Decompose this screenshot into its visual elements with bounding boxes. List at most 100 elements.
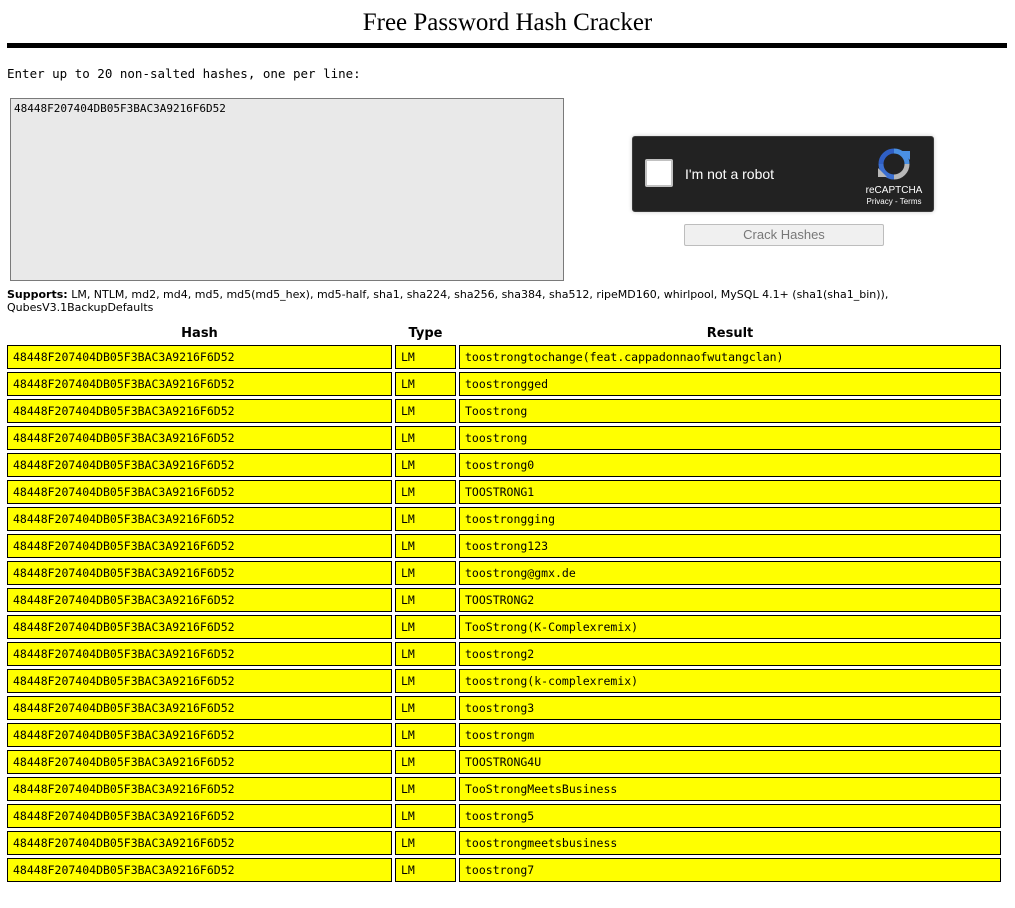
table-row: 48448F207404DB05F3BAC3A9216F6D52 LM toostr… [7, 534, 1001, 558]
table-row: 48448F207404DB05F3BAC3A9216F6D52 LM TooStr… [7, 615, 1001, 639]
results-table: Hash Type Result 48448F207404DB05F3BAC3A… [4, 323, 1004, 885]
hash-cell: 48448F207404DB05F3BAC3A9216F6D52 [7, 615, 392, 639]
result-cell: toostrong123 [459, 534, 1001, 558]
result-cell: Toostrong [459, 399, 1001, 423]
hash-cell: 48448F207404DB05F3BAC3A9216F6D52 [7, 345, 392, 369]
table-row: 48448F207404DB05F3BAC3A9216F6D52 LM toostr… [7, 804, 1001, 828]
table-row: 48448F207404DB05F3BAC3A9216F6D52 LM TOOSTR… [7, 480, 1001, 504]
hash-input[interactable]: 48448F207404DB05F3BAC3A9216F6D52 [10, 98, 564, 281]
hash-cell: 48448F207404DB05F3BAC3A9216F6D52 [7, 642, 392, 666]
type-cell: LM [395, 426, 456, 450]
recaptcha-privacy-link[interactable]: Privacy [867, 197, 893, 206]
recaptcha-label: I'm not a robot [685, 166, 775, 182]
hash-cell: 48448F207404DB05F3BAC3A9216F6D52 [7, 507, 392, 531]
hash-cell: 48448F207404DB05F3BAC3A9216F6D52 [7, 426, 392, 450]
table-row: 48448F207404DB05F3BAC3A9216F6D52 LM toostr… [7, 669, 1001, 693]
table-row: 48448F207404DB05F3BAC3A9216F6D52 LM toostr… [7, 372, 1001, 396]
type-cell: LM [395, 723, 456, 747]
table-row: 48448F207404DB05F3BAC3A9216F6D52 LM toostr… [7, 561, 1001, 585]
type-cell: LM [395, 750, 456, 774]
hash-cell: 48448F207404DB05F3BAC3A9216F6D52 [7, 372, 392, 396]
recaptcha-links: Privacy - Terms [859, 197, 929, 206]
supports-list: LM, NTLM, md2, md4, md5, md5(md5_hex), m… [7, 288, 889, 314]
hash-cell: 48448F207404DB05F3BAC3A9216F6D52 [7, 453, 392, 477]
recaptcha-terms-link[interactable]: Terms [900, 197, 922, 206]
recaptcha-link-separator: - [892, 197, 900, 206]
hash-cell: 48448F207404DB05F3BAC3A9216F6D52 [7, 480, 392, 504]
table-row: 48448F207404DB05F3BAC3A9216F6D52 LM TooStr… [7, 777, 1001, 801]
type-cell: LM [395, 453, 456, 477]
table-row: 48448F207404DB05F3BAC3A9216F6D52 LM toostr… [7, 642, 1001, 666]
table-row: 48448F207404DB05F3BAC3A9216F6D52 LM Toostr… [7, 399, 1001, 423]
result-cell: toostrong3 [459, 696, 1001, 720]
result-cell: toostrongmeetsbusiness [459, 831, 1001, 855]
hash-cell: 48448F207404DB05F3BAC3A9216F6D52 [7, 777, 392, 801]
table-row: 48448F207404DB05F3BAC3A9216F6D52 LM toostr… [7, 345, 1001, 369]
recaptcha-brand: reCAPTCHA [865, 185, 923, 196]
recaptcha-checkbox[interactable] [645, 159, 673, 187]
recaptcha-widget: I'm not a robot reCAPTCHA Privacy - Term… [632, 136, 934, 212]
type-cell: LM [395, 507, 456, 531]
type-cell: LM [395, 372, 456, 396]
title-divider [7, 43, 1007, 48]
type-cell: LM [395, 561, 456, 585]
hash-cell: 48448F207404DB05F3BAC3A9216F6D52 [7, 588, 392, 612]
hash-cell: 48448F207404DB05F3BAC3A9216F6D52 [7, 561, 392, 585]
hash-cell: 48448F207404DB05F3BAC3A9216F6D52 [7, 723, 392, 747]
results-body: 48448F207404DB05F3BAC3A9216F6D52 LM toostr… [7, 345, 1001, 882]
hash-cell: 48448F207404DB05F3BAC3A9216F6D52 [7, 831, 392, 855]
table-row: 48448F207404DB05F3BAC3A9216F6D52 LM toostr… [7, 696, 1001, 720]
header-hash: Hash [181, 326, 218, 341]
crack-hashes-button[interactable]: Crack Hashes [684, 224, 884, 246]
table-row: 48448F207404DB05F3BAC3A9216F6D52 LM toostr… [7, 426, 1001, 450]
result-cell: toostrongm [459, 723, 1001, 747]
type-cell: LM [395, 588, 456, 612]
table-row: 48448F207404DB05F3BAC3A9216F6D52 LM toostr… [7, 831, 1001, 855]
type-cell: LM [395, 480, 456, 504]
result-cell: toostrong@gmx.de [459, 561, 1001, 585]
type-cell: LM [395, 534, 456, 558]
type-cell: LM [395, 858, 456, 882]
supports-label: Supports: [7, 288, 68, 301]
type-cell: LM [395, 399, 456, 423]
results-header-row: Hash Type Result [7, 326, 1001, 342]
type-cell: LM [395, 615, 456, 639]
recaptcha-logo-icon [878, 148, 910, 180]
result-cell: toostrongging [459, 507, 1001, 531]
type-cell: LM [395, 696, 456, 720]
table-row: 48448F207404DB05F3BAC3A9216F6D52 LM toostr… [7, 507, 1001, 531]
result-cell: toostrongged [459, 372, 1001, 396]
hash-cell: 48448F207404DB05F3BAC3A9216F6D52 [7, 399, 392, 423]
result-cell: TOOSTRONG4U [459, 750, 1001, 774]
result-cell: TooStrong(K-Complexremix) [459, 615, 1001, 639]
result-cell: TOOSTRONG2 [459, 588, 1001, 612]
table-row: 48448F207404DB05F3BAC3A9216F6D52 LM TOOSTR… [7, 588, 1001, 612]
table-row: 48448F207404DB05F3BAC3A9216F6D52 LM toostr… [7, 723, 1001, 747]
result-cell: toostrong0 [459, 453, 1001, 477]
result-cell: TooStrongMeetsBusiness [459, 777, 1001, 801]
hash-cell: 48448F207404DB05F3BAC3A9216F6D52 [7, 804, 392, 828]
hash-cell: 48448F207404DB05F3BAC3A9216F6D52 [7, 750, 392, 774]
hash-cell: 48448F207404DB05F3BAC3A9216F6D52 [7, 858, 392, 882]
result-cell: toostrong(k-complexremix) [459, 669, 1001, 693]
type-cell: LM [395, 669, 456, 693]
result-cell: toostrong7 [459, 858, 1001, 882]
header-result: Result [706, 326, 754, 341]
type-cell: LM [395, 831, 456, 855]
type-cell: LM [395, 804, 456, 828]
result-cell: TOOSTRONG1 [459, 480, 1001, 504]
hash-cell: 48448F207404DB05F3BAC3A9216F6D52 [7, 669, 392, 693]
supported-algorithms: Supports: LM, NTLM, md2, md4, md5, md5(m… [7, 288, 1007, 314]
type-cell: LM [395, 642, 456, 666]
result-cell: toostrong [459, 426, 1001, 450]
result-cell: toostrong2 [459, 642, 1001, 666]
type-cell: LM [395, 777, 456, 801]
type-cell: LM [395, 345, 456, 369]
result-cell: toostrongtochange(feat.cappadonnaofwutan… [459, 345, 1001, 369]
table-row: 48448F207404DB05F3BAC3A9216F6D52 LM toostr… [7, 858, 1001, 882]
result-cell: toostrong5 [459, 804, 1001, 828]
table-row: 48448F207404DB05F3BAC3A9216F6D52 LM TOOSTR… [7, 750, 1001, 774]
instructions-text: Enter up to 20 non-salted hashes, one pe… [7, 66, 361, 81]
hash-cell: 48448F207404DB05F3BAC3A9216F6D52 [7, 534, 392, 558]
hash-cell: 48448F207404DB05F3BAC3A9216F6D52 [7, 696, 392, 720]
